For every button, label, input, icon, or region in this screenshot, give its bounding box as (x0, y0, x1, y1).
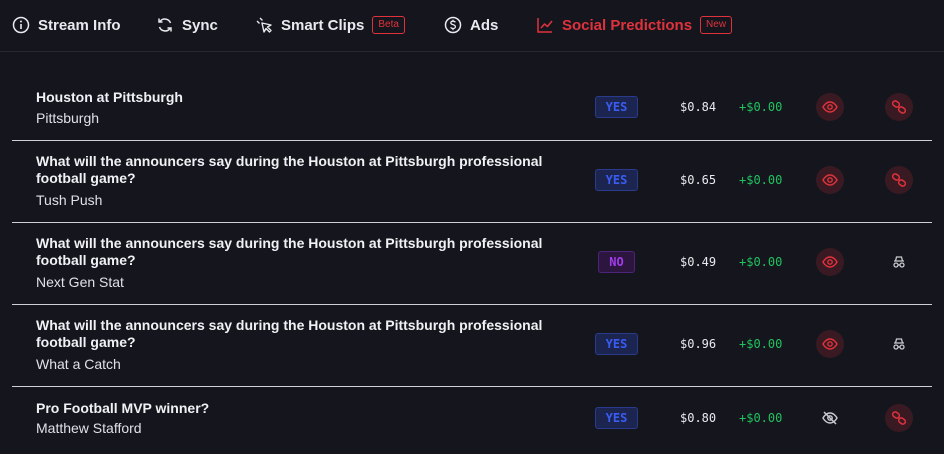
tab-label: Smart Clips (281, 16, 365, 34)
tab-label: Stream Info (38, 16, 121, 34)
info-circle-icon (12, 16, 30, 34)
outcome-badge: NO (598, 251, 635, 273)
price-value: $0.84 (680, 100, 717, 114)
price-change: +$0.00 (739, 411, 783, 425)
price-change: +$0.00 (739, 100, 783, 114)
tab-sync[interactable]: Sync (156, 14, 218, 36)
prediction-question: What will the announcers say during the … (36, 153, 543, 186)
prediction-answer: Tush Push (36, 192, 103, 208)
price-value: $0.65 (680, 173, 717, 187)
price-change: +$0.00 (739, 337, 783, 351)
prediction-row: Pro Football MVP winner? Matthew Staffor… (12, 387, 932, 454)
outcome-badge: YES (595, 407, 638, 429)
outcome-badge: YES (595, 169, 638, 191)
prediction-row: What will the announcers say during the … (12, 223, 932, 305)
incognito-icon (891, 254, 907, 270)
tab-stream-info[interactable]: Stream Info (12, 14, 121, 36)
link-icon (891, 172, 907, 188)
prediction-row: What will the announcers say during the … (12, 305, 932, 387)
eye-icon (822, 172, 838, 188)
new-badge: New (700, 16, 733, 34)
incognito-button[interactable] (885, 248, 913, 276)
tab-smart-clips[interactable]: Smart Clips Beta (255, 14, 405, 36)
eye-icon (822, 254, 838, 270)
visibility-toggle[interactable] (816, 330, 844, 358)
tab-social-predictions[interactable]: Social Predictions New (536, 14, 733, 36)
price-value: $0.96 (680, 337, 717, 351)
line-chart-icon (537, 18, 553, 33)
prediction-row: Houston at Pittsburgh Pittsburgh YES $0.… (12, 76, 932, 141)
outcome-badge: YES (595, 333, 638, 355)
link-button[interactable] (885, 166, 913, 194)
prediction-answer: Matthew Stafford (36, 420, 142, 436)
prediction-question: Pro Football MVP winner? (36, 400, 210, 416)
link-button[interactable] (885, 404, 913, 432)
visibility-toggle[interactable] (816, 404, 844, 432)
dollar-circle-icon (444, 16, 462, 34)
price-change: +$0.00 (739, 173, 783, 187)
eye-off-icon (822, 410, 838, 426)
refresh-icon (158, 18, 172, 32)
link-icon (891, 410, 907, 426)
prediction-answer: Next Gen Stat (36, 274, 124, 290)
eye-icon (822, 99, 838, 115)
outcome-badge: YES (595, 96, 638, 118)
tab-label: Sync (182, 16, 218, 34)
link-button[interactable] (885, 93, 913, 121)
tab-label: Ads (470, 16, 499, 34)
eye-icon (822, 336, 838, 352)
tab-ads[interactable]: Ads (444, 14, 498, 36)
tab-label: Social Predictions (562, 16, 693, 34)
price-change: +$0.00 (739, 255, 783, 269)
prediction-question: Houston at Pittsburgh (36, 89, 183, 105)
incognito-button[interactable] (885, 330, 913, 358)
prediction-row: What will the announcers say during the … (12, 141, 932, 223)
price-value: $0.80 (680, 411, 717, 425)
prediction-answer: Pittsburgh (36, 110, 100, 126)
prediction-question: What will the announcers say during the … (36, 317, 543, 350)
beta-badge: Beta (372, 16, 405, 34)
price-value: $0.49 (680, 255, 717, 269)
visibility-toggle[interactable] (816, 166, 844, 194)
visibility-toggle[interactable] (816, 248, 844, 276)
clip-cursor-icon (256, 17, 272, 33)
visibility-toggle[interactable] (816, 93, 844, 121)
incognito-icon (891, 336, 907, 352)
link-icon (891, 99, 907, 115)
tab-bar: Stream Info Sync Smart Clips Beta Ads So… (0, 0, 944, 52)
prediction-question: What will the announcers say during the … (36, 235, 543, 268)
prediction-answer: What a Catch (36, 356, 121, 372)
